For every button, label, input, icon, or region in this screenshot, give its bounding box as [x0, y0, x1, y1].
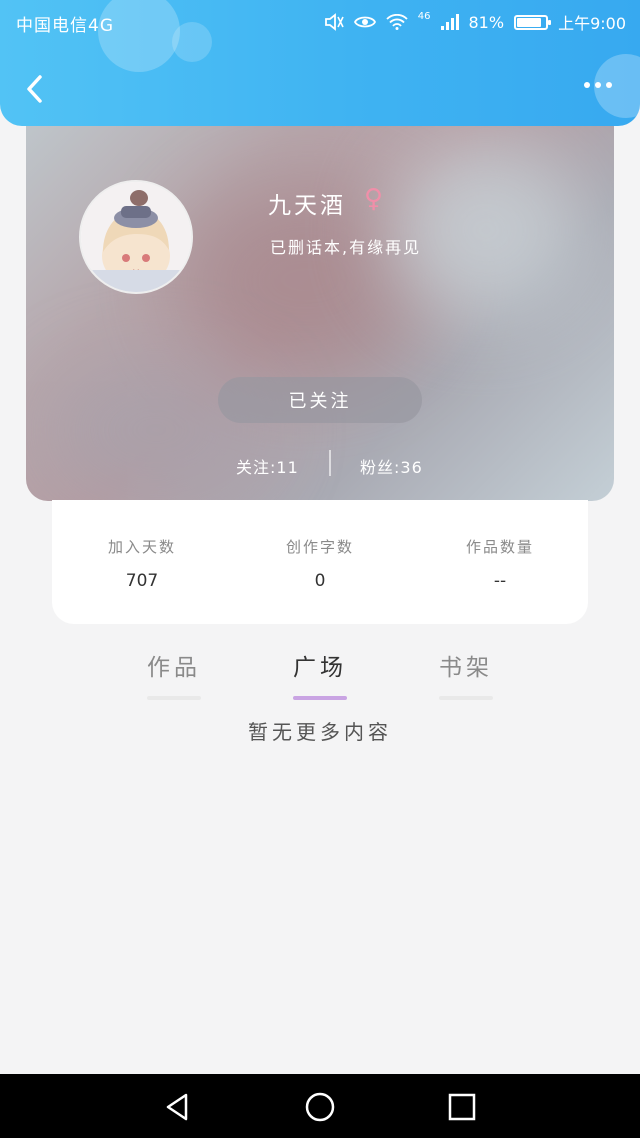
- avatar-illustration: [81, 182, 191, 292]
- followed-button[interactable]: 已关注: [218, 377, 422, 423]
- battery-icon: [514, 14, 552, 30]
- signal-icon: [440, 14, 459, 30]
- stat-value: --: [493, 571, 507, 591]
- avatar[interactable]: [79, 180, 193, 294]
- tab-bookshelf[interactable]: 书架: [416, 648, 516, 700]
- battery-fill: [517, 17, 542, 27]
- card-background-blur: [386, 140, 586, 320]
- fans-count[interactable]: 粉丝:36: [360, 454, 423, 478]
- tab-indicator: [147, 696, 201, 700]
- nav-back-icon[interactable]: [162, 1091, 194, 1123]
- eye-icon: [353, 16, 376, 28]
- network-label: 46: [417, 10, 431, 22]
- battery-percent: 81%: [468, 12, 505, 32]
- stat-value: 0: [314, 571, 326, 591]
- status-icons: 46 81% 上午9:00: [324, 10, 626, 34]
- content-tabs: 作品 广场 书架: [0, 640, 640, 700]
- bio-text: 已删话本,有缘再见: [270, 238, 422, 257]
- tab-label: 广场: [293, 655, 347, 681]
- following-count[interactable]: 关注:11: [236, 454, 299, 478]
- header-bar: 中国电信4G 46 81% 上午9:00: [0, 0, 640, 126]
- tab-label: 书架: [439, 655, 493, 681]
- clock: 上午9:00: [558, 14, 626, 33]
- tab-indicator: [439, 696, 493, 700]
- empty-state-text: 暂无更多内容: [248, 720, 392, 744]
- tab-square[interactable]: 广场: [270, 648, 370, 700]
- stat-value: 707: [125, 571, 159, 591]
- wifi-icon: [386, 14, 408, 30]
- stats-panel: 加入天数 707 创作字数 0 作品数量 --: [52, 500, 588, 624]
- mute-icon: [324, 13, 344, 31]
- stat-label: 作品数量: [465, 538, 534, 556]
- follow-counts: 关注:11 粉丝:36: [26, 450, 614, 482]
- stat-word-count: 创作字数 0: [250, 536, 390, 591]
- stat-label: 加入天数: [107, 538, 176, 556]
- nav-home-icon[interactable]: [304, 1091, 336, 1123]
- carrier-label: 中国电信4G: [16, 16, 114, 36]
- username: 九天酒: [268, 193, 346, 219]
- more-dots-icon[interactable]: [584, 82, 612, 88]
- nav-recents-icon[interactable]: [446, 1091, 478, 1123]
- profile-card: 九天酒 ♀ 已删话本,有缘再见 已关注 关注:11 粉丝:36: [26, 100, 614, 501]
- tab-indicator: [293, 696, 347, 700]
- female-icon: ♀: [364, 184, 384, 214]
- count-divider: [329, 450, 331, 476]
- tab-label: 作品: [147, 655, 201, 681]
- status-bar: 中国电信4G 46 81% 上午9:00: [0, 0, 640, 44]
- stat-label: 创作字数: [285, 538, 354, 556]
- tab-works[interactable]: 作品: [124, 648, 224, 700]
- stat-works-count: 作品数量 --: [430, 536, 570, 591]
- system-nav-bar: [0, 1074, 640, 1138]
- stat-join-days: 加入天数 707: [72, 536, 212, 591]
- chevron-left-icon[interactable]: [24, 74, 44, 104]
